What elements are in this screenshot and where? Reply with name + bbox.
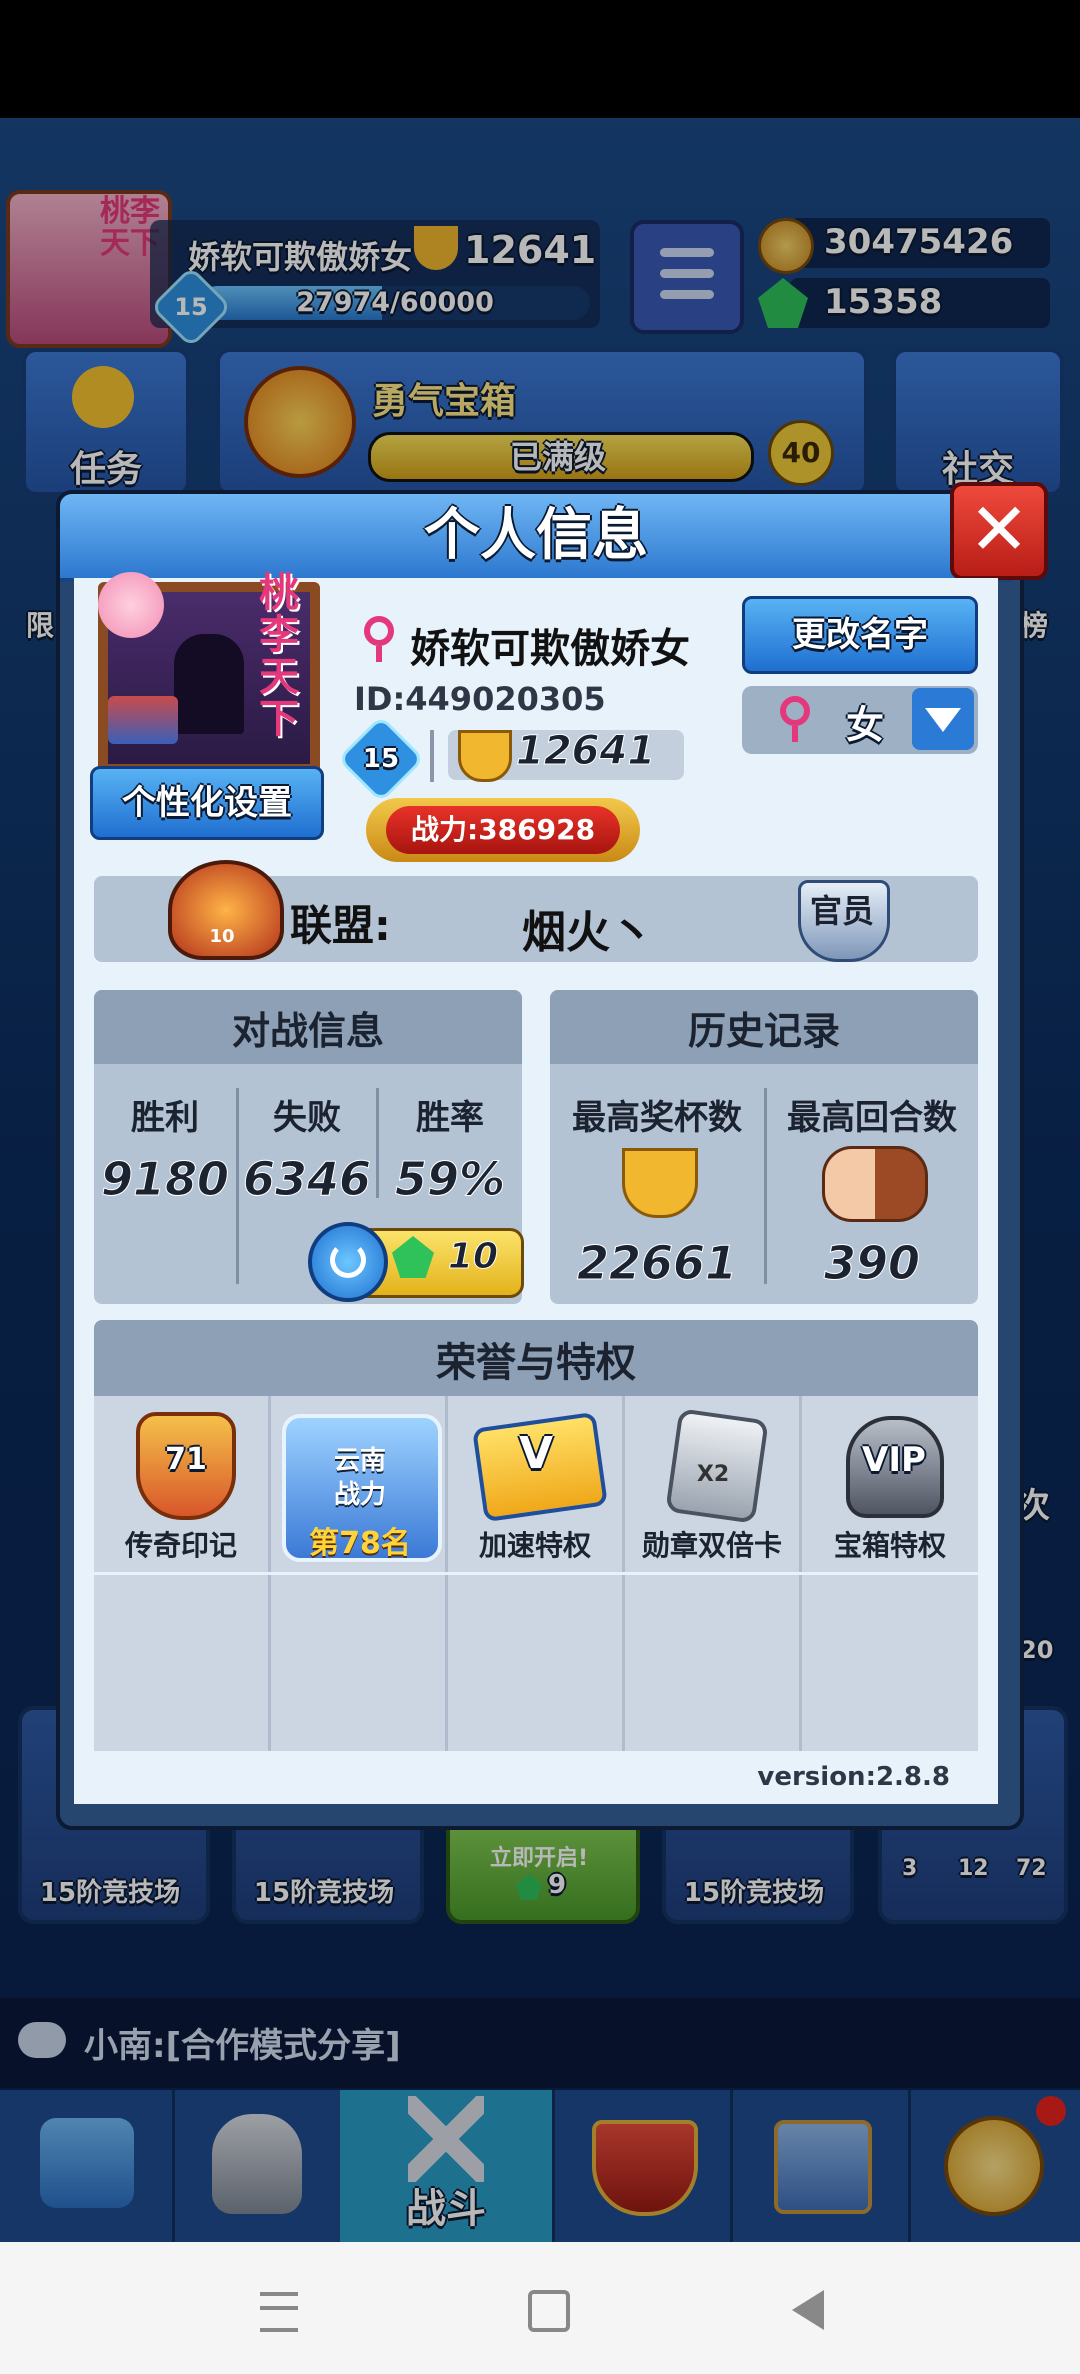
regional-power-title: 战力 [333, 1480, 386, 1510]
chest-privilege-label: 宝箱特权 [833, 1529, 946, 1562]
alliance-emblem-level: 10 [209, 926, 235, 947]
honor-empty-slot [625, 1575, 802, 1751]
flower-decoration [98, 572, 164, 638]
speed-privilege-badge: V [518, 1428, 554, 1479]
status-bar [0, 0, 1080, 118]
close-icon: ✕ [968, 487, 1030, 571]
wins-value: 9180 [100, 1152, 230, 1207]
history-title: 历史记录 [687, 1009, 840, 1053]
double-medal-badge: X2 [696, 1462, 730, 1487]
version-text: version:2.8.8 [757, 1762, 950, 1792]
profile-name: 娇软可欺傲娇女 [410, 626, 690, 672]
female-icon [364, 616, 402, 664]
customize-button[interactable]: 个性化设置 [90, 766, 324, 840]
legend-mark-label: 传奇印记 [124, 1529, 237, 1562]
honor-empty-slot [448, 1575, 625, 1751]
home-icon[interactable] [528, 2290, 570, 2332]
player-id: ID:449020305 [354, 680, 606, 718]
regional-power-region: 云南 [333, 1446, 386, 1476]
alliance-label: 联盟: [290, 901, 391, 950]
wins-label: 胜利 [131, 1098, 199, 1138]
alliance-role: 官员 [809, 892, 874, 930]
honor-empty-slot [802, 1575, 978, 1751]
max-trophies-value: 22661 [576, 1236, 738, 1291]
back-icon[interactable] [792, 2290, 824, 2330]
refresh-arrow [330, 1242, 366, 1278]
reset-cost: 10 [447, 1236, 499, 1278]
close-button[interactable]: ✕ [950, 482, 1048, 580]
win-rate-value: 59% [394, 1152, 506, 1207]
rename-button[interactable]: 更改名字 [742, 596, 978, 674]
combat-power: 战力:386928 [386, 806, 620, 854]
refresh-icon [308, 1222, 388, 1302]
profile-trophies: 12641 [515, 728, 656, 775]
max-trophies-label: 最高奖杯数 [572, 1098, 742, 1138]
losses-label: 失败 [273, 1098, 341, 1138]
books-decoration [108, 696, 178, 744]
battle-info-title: 对战信息 [231, 1009, 384, 1053]
gender-dropdown-button[interactable] [912, 688, 974, 750]
regional-power-rank: 第78名 [309, 1526, 411, 1561]
vip-badge: VIP [862, 1440, 926, 1480]
alliance-name: 烟火丶 [522, 907, 654, 958]
honors-title: 荣誉与特权 [436, 1340, 636, 1386]
recent-apps-icon[interactable] [260, 2292, 298, 2332]
handshake-icon [822, 1146, 928, 1222]
losses-value: 6346 [242, 1152, 372, 1207]
double-medal-label: 勋章双倍卡 [641, 1529, 782, 1562]
female-icon [780, 696, 818, 744]
win-rate-label: 胜率 [416, 1098, 484, 1138]
avatar-caption: 桃李天下 [259, 570, 299, 742]
trophy-icon [622, 1148, 698, 1218]
profile-level-value: 15 [362, 744, 400, 774]
avatar-silhouette [174, 634, 244, 734]
gender-value: 女 [846, 703, 885, 747]
chevron-down-icon [925, 708, 961, 732]
trophy-icon [458, 730, 512, 782]
divider [430, 730, 434, 782]
max-rounds-label: 最高回合数 [787, 1098, 957, 1138]
speed-privilege-label: 加速特权 [478, 1529, 591, 1562]
honor-empty-slot [271, 1575, 448, 1751]
max-rounds-value: 390 [823, 1236, 921, 1291]
legend-mark-level: 71 [165, 1442, 207, 1477]
dialog-title: 个人信息 [424, 503, 648, 568]
honor-empty-slot [94, 1575, 271, 1751]
